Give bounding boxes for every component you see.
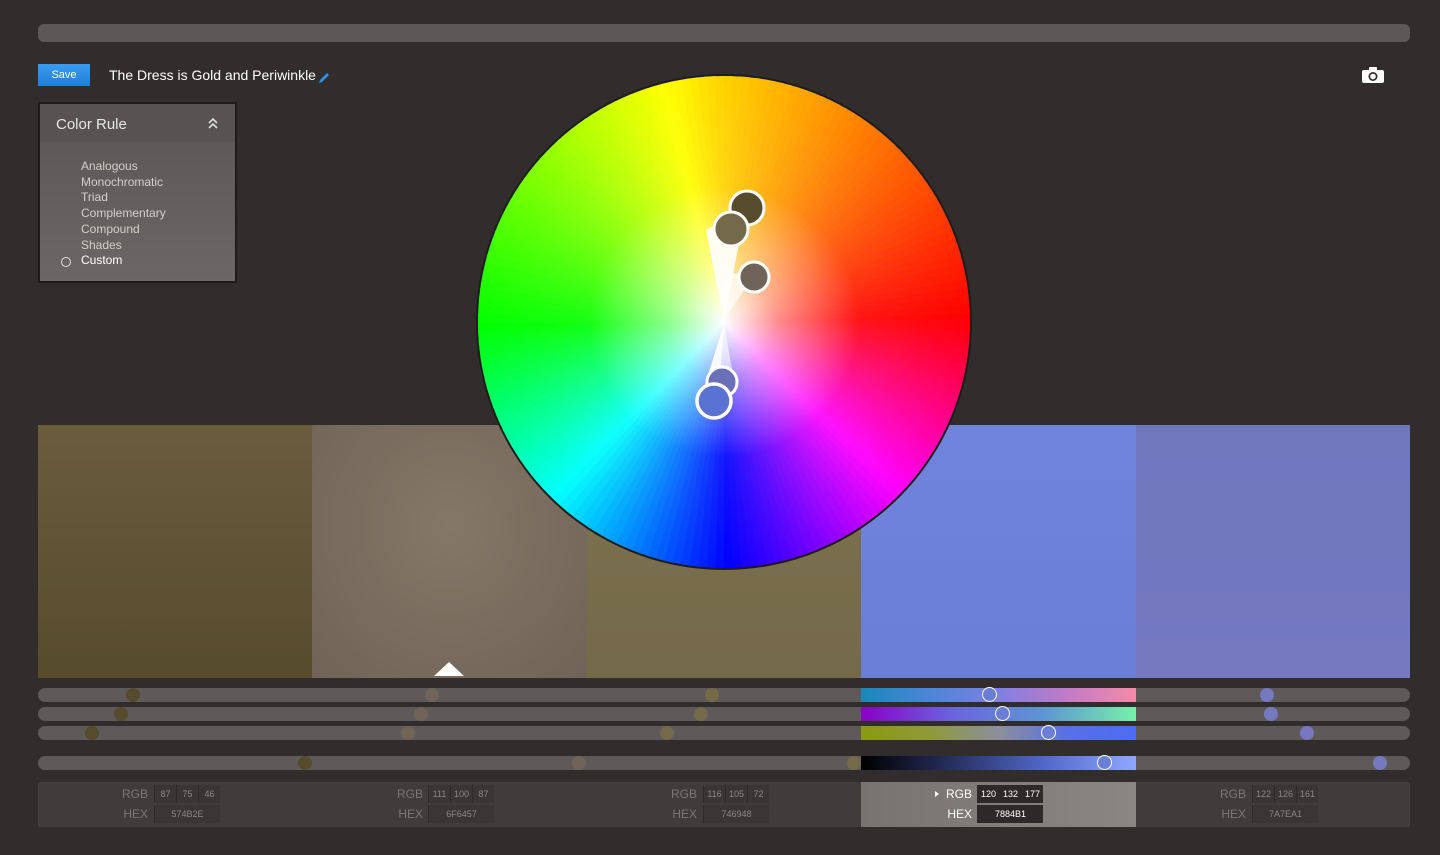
edit-icon[interactable] <box>317 71 331 85</box>
rgb-r-value[interactable]: 87 <box>154 785 176 803</box>
marker-3[interactable] <box>712 210 750 248</box>
hex-label: HEX <box>672 807 697 821</box>
rule-option-analogous[interactable]: Analogous <box>81 159 138 173</box>
rule-option-triad[interactable]: Triad <box>81 190 108 204</box>
rgb-b-value[interactable]: 161 <box>1296 785 1318 803</box>
hex-value[interactable]: 574B2E <box>154 805 220 823</box>
value-slider-active[interactable] <box>861 756 1136 770</box>
rgb-label: RGB <box>396 787 423 801</box>
saturation-knob[interactable] <box>995 706 1010 721</box>
rgb-r-value[interactable]: 111 <box>428 785 450 803</box>
pointer-icon <box>434 662 464 676</box>
hex-label: HEX <box>123 807 148 821</box>
rgb-b-value[interactable]: 87 <box>472 785 494 803</box>
hex-value[interactable]: 746948 <box>703 805 769 823</box>
hex-value[interactable]: 7884B1 <box>977 805 1043 823</box>
rgb-g-value[interactable]: 75 <box>176 785 198 803</box>
rgb-label: RGB <box>121 787 148 801</box>
hue-slider-active[interactable] <box>861 688 1136 702</box>
rgb-g-value[interactable]: 126 <box>1274 785 1296 803</box>
top-bar <box>38 24 1410 42</box>
rgb-r-value[interactable]: 116 <box>703 785 725 803</box>
rule-option-complementary[interactable]: Complementary <box>81 206 166 220</box>
marker-2[interactable] <box>737 260 771 294</box>
color-rule-panel: Color Rule Analogous Monochromatic Triad… <box>38 102 237 283</box>
chevron-up-icon[interactable] <box>207 116 219 130</box>
hex-label: HEX <box>1221 807 1246 821</box>
rgb-label: RGB <box>670 787 697 801</box>
rgb-b-value[interactable]: 72 <box>747 785 769 803</box>
save-button[interactable]: Save <box>38 64 90 86</box>
color-wheel[interactable] <box>474 72 974 572</box>
rgb-g-value[interactable]: 105 <box>725 785 747 803</box>
marker-4-selected[interactable] <box>695 382 733 420</box>
brightness-slider-active[interactable] <box>861 726 1136 740</box>
brightness-slider-row[interactable] <box>38 725 1410 740</box>
rgb-r-value[interactable]: 120 <box>977 785 999 803</box>
hue-knob[interactable] <box>982 687 997 702</box>
color-rule-header[interactable]: Color Rule <box>40 104 235 142</box>
radio-icon[interactable] <box>61 257 71 267</box>
brightness-knob[interactable] <box>1041 725 1056 740</box>
hue-slider-row[interactable] <box>38 687 1410 702</box>
value-slider-row[interactable] <box>38 755 1410 770</box>
rgb-g-value[interactable]: 100 <box>450 785 472 803</box>
hex-value[interactable]: 6F6457 <box>428 805 494 823</box>
rule-option-custom[interactable]: Custom <box>81 253 122 267</box>
rgb-g-value[interactable]: 132 <box>999 785 1021 803</box>
swatch-1[interactable] <box>38 425 312 678</box>
camera-icon[interactable] <box>1361 66 1385 84</box>
rgb-b-value[interactable]: 46 <box>198 785 220 803</box>
theme-title[interactable]: The Dress is Gold and Periwinkle <box>109 67 316 83</box>
color-rule-title: Color Rule <box>56 116 127 133</box>
swatch-5[interactable] <box>1136 425 1410 678</box>
wheel-center-glow <box>478 76 970 568</box>
color-rule-list: Analogous Monochromatic Triad Complement… <box>40 142 235 281</box>
hex-label: HEX <box>947 807 972 821</box>
hex-label: HEX <box>398 807 423 821</box>
rgb-b-value[interactable]: 177 <box>1021 785 1043 803</box>
rule-option-shades[interactable]: Shades <box>81 238 122 252</box>
rule-option-monochromatic[interactable]: Monochromatic <box>81 175 163 189</box>
rule-option-compound[interactable]: Compound <box>81 222 140 236</box>
hex-value[interactable]: 7A7EA1 <box>1252 805 1318 823</box>
rgb-label: RGB <box>945 787 972 801</box>
saturation-slider-row[interactable] <box>38 706 1410 721</box>
value-knob[interactable] <box>1097 755 1112 770</box>
rgb-r-value[interactable]: 122 <box>1252 785 1274 803</box>
rgb-label: RGB <box>1219 787 1246 801</box>
